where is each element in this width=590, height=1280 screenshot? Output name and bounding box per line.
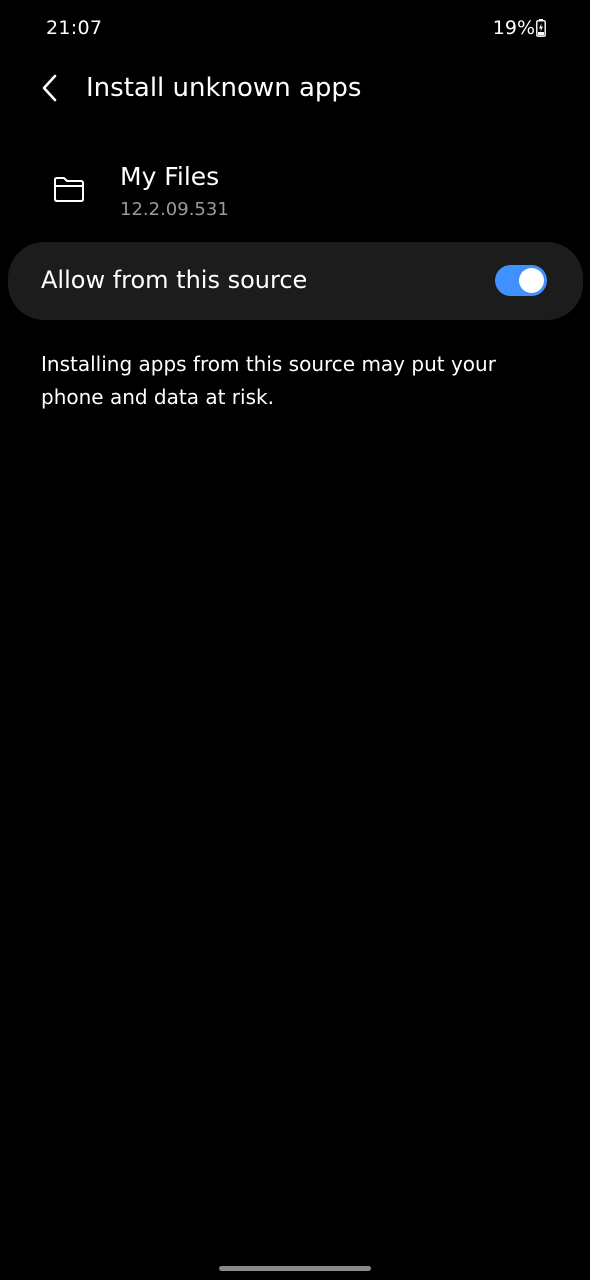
- status-time: 21:07: [46, 17, 103, 39]
- page-title: Install unknown apps: [86, 73, 362, 103]
- app-name: My Files: [120, 162, 220, 191]
- battery-percent: 19%: [492, 17, 535, 39]
- app-info: My Files 12.2.09.531: [0, 150, 590, 230]
- status-right: 19%: [493, 17, 546, 39]
- screen: 21:07 19% Install unknown apps My Files …: [0, 0, 590, 1280]
- switch-knob: [519, 268, 544, 293]
- chevron-left-icon: [40, 74, 60, 106]
- navigation-handle[interactable]: [219, 1266, 371, 1271]
- warning-text: Installing apps from this source may put…: [41, 352, 496, 409]
- status-bar: 21:07 19%: [0, 0, 590, 60]
- app-version: 12.2.09.531: [120, 199, 229, 220]
- allow-from-source-setting[interactable]: Allow from this source: [8, 242, 583, 320]
- app-bar: Install unknown apps: [0, 60, 590, 120]
- allow-from-source-label: Allow from this source: [41, 266, 308, 294]
- folder-icon: [52, 172, 86, 206]
- allow-from-source-switch[interactable]: [495, 265, 547, 296]
- back-button[interactable]: [30, 70, 70, 110]
- battery-charging-icon: [536, 19, 546, 37]
